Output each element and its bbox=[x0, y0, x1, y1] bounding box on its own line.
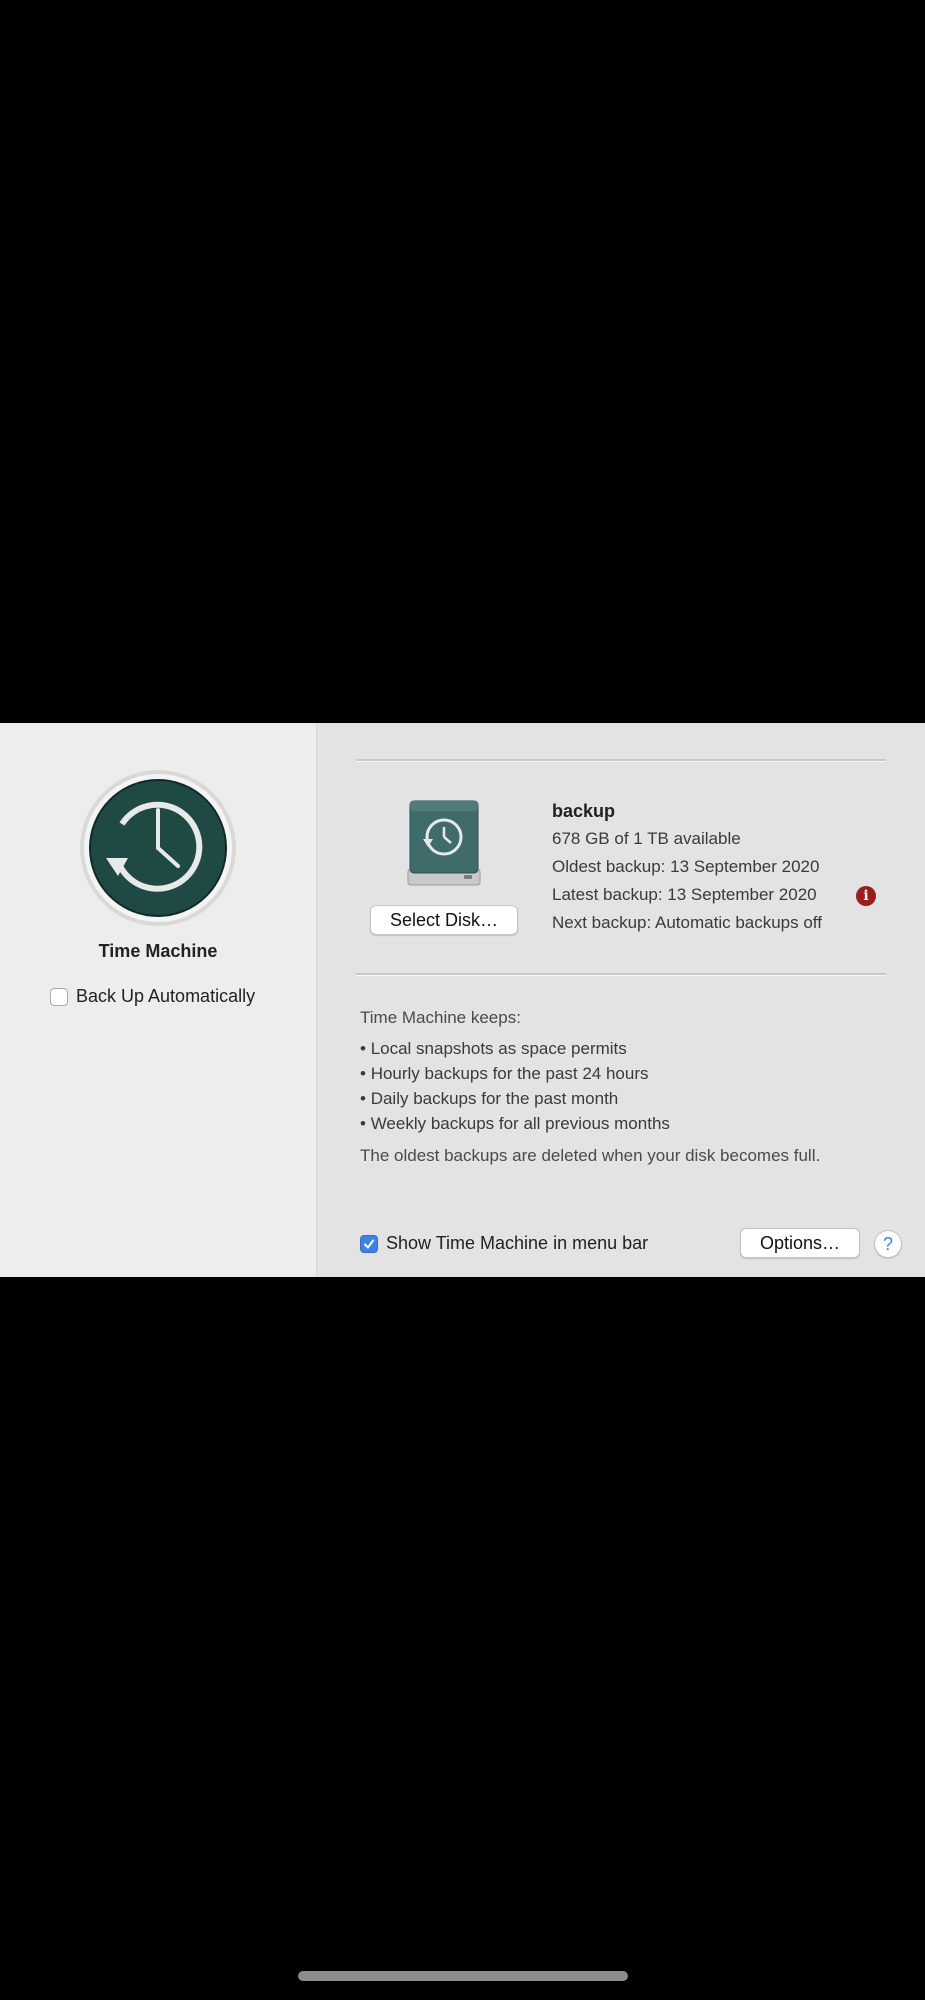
checkbox-box[interactable] bbox=[50, 987, 68, 1006]
app-title: Time Machine bbox=[98, 941, 218, 961]
checkbox-box[interactable] bbox=[360, 1234, 378, 1253]
show-in-menu-bar-checkbox[interactable]: Show Time Machine in menu bar bbox=[360, 1233, 648, 1254]
keeps-title: Time Machine keeps: bbox=[360, 1008, 521, 1027]
checkmark-icon bbox=[364, 1239, 374, 1248]
disk-name: backup bbox=[552, 801, 616, 821]
divider bbox=[356, 759, 886, 762]
disk-available: 678 GB of 1 TB available bbox=[552, 829, 741, 848]
list-item: Daily backups for the past month bbox=[360, 1086, 670, 1111]
home-indicator bbox=[298, 1971, 628, 1981]
list-item: Hourly backups for the past 24 hours bbox=[360, 1061, 670, 1086]
show-in-menu-bar-label: Show Time Machine in menu bar bbox=[386, 1233, 649, 1253]
divider bbox=[356, 973, 886, 976]
time-machine-icon bbox=[80, 770, 236, 926]
options-button[interactable]: Options… bbox=[740, 1228, 860, 1258]
left-pane: Time Machine Back Up Automatically bbox=[0, 723, 317, 1277]
select-disk-button[interactable]: Select Disk… bbox=[370, 905, 518, 935]
help-button[interactable]: ? bbox=[874, 1230, 902, 1258]
oldest-backup: Oldest backup: 13 September 2020 bbox=[552, 857, 820, 876]
next-backup: Next backup: Automatic backups off bbox=[552, 913, 822, 932]
latest-backup: Latest backup: 13 September 2020 bbox=[552, 885, 817, 904]
list-item: Weekly backups for all previous months bbox=[360, 1111, 670, 1136]
backup-disk-icon bbox=[407, 800, 481, 886]
back-up-automatically-label: Back Up Automatically bbox=[76, 986, 256, 1006]
keeps-list: Local snapshots as space permits Hourly … bbox=[360, 1036, 670, 1136]
back-up-automatically-checkbox[interactable]: Back Up Automatically bbox=[50, 986, 255, 1007]
info-alert-icon[interactable]: i bbox=[856, 886, 876, 906]
list-item: Local snapshots as space permits bbox=[360, 1036, 670, 1061]
time-machine-preferences-panel: Time Machine Back Up Automatically Selec… bbox=[0, 723, 925, 1277]
keeps-footnote: The oldest backups are deleted when your… bbox=[360, 1146, 821, 1165]
